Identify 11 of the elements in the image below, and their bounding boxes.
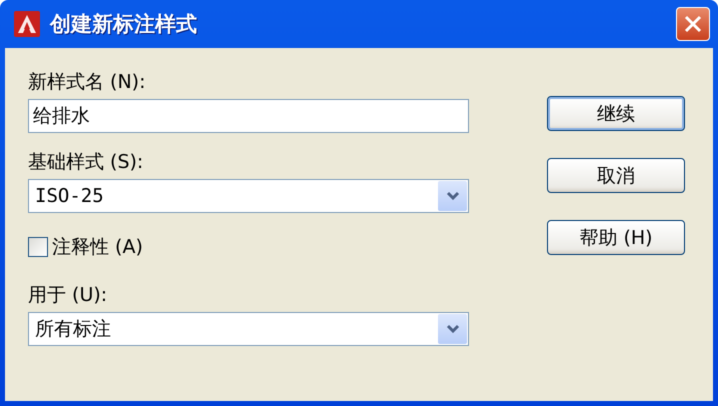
window-title: 创建新标注样式 [50, 11, 198, 38]
field-label: 基础样式 (S): [28, 150, 144, 174]
field-label: 用于 (U): [28, 283, 108, 307]
field-label: 新样式名 (N): [28, 70, 146, 94]
checkbox-label: 注释性 (A) [52, 235, 143, 259]
dropdown-field[interactable]: 所有标注 [28, 312, 469, 346]
dialog-button[interactable]: 继续 [547, 96, 685, 131]
dropdown-field[interactable]: ISO-25 [28, 179, 469, 213]
name-input-field[interactable]: 给排水 [28, 99, 469, 133]
dialog-button[interactable]: 帮助 (H) [547, 220, 685, 255]
dialog-button[interactable]: 取消 [547, 158, 685, 193]
